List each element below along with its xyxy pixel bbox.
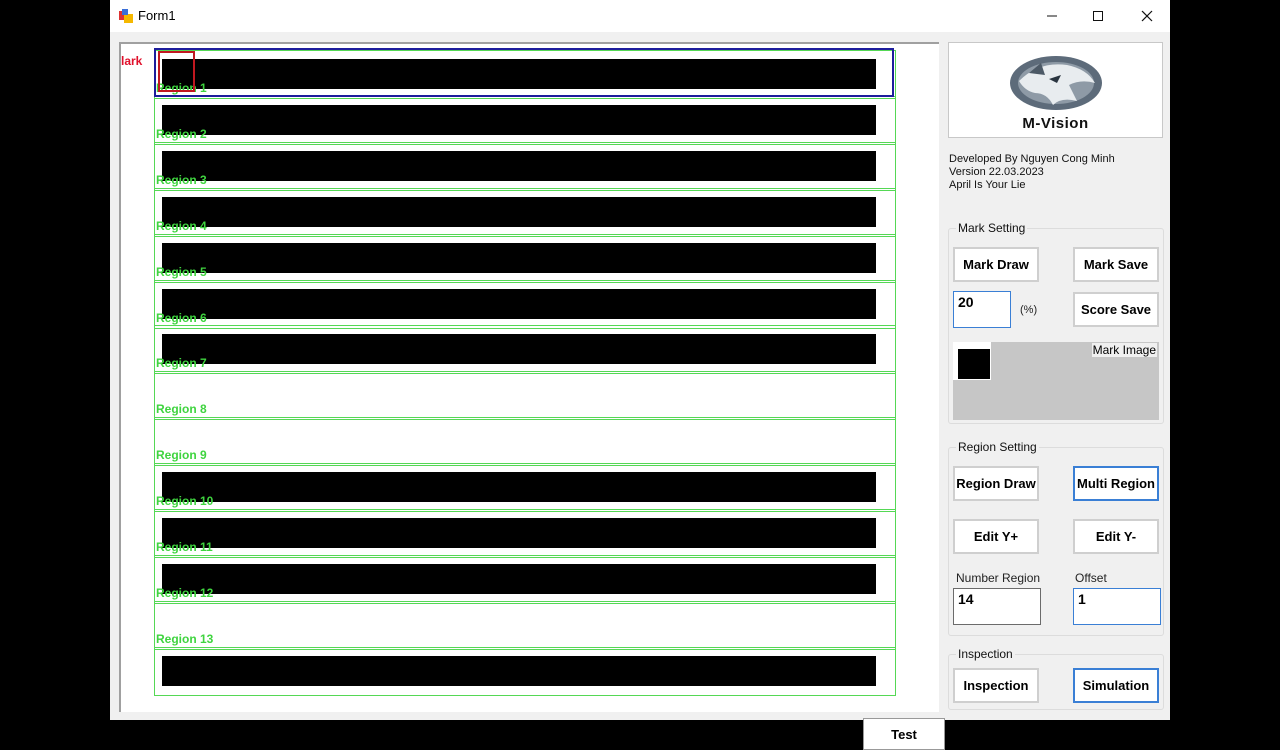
answer-bar — [162, 151, 876, 181]
answer-bar — [162, 518, 876, 548]
region-label: Region 13 — [156, 632, 214, 646]
inspection-title: Inspection — [956, 647, 1015, 661]
minimize-button[interactable] — [1029, 0, 1075, 32]
logo-panel: M-Vision — [948, 42, 1163, 138]
answer-bar — [162, 289, 876, 319]
maximize-button[interactable] — [1075, 0, 1121, 32]
region-label: Region 5 — [156, 265, 207, 279]
edit-y-minus-button[interactable]: Edit Y- — [1073, 519, 1159, 554]
region-label: Region 7 — [156, 356, 207, 370]
selected-region-frame — [154, 48, 894, 97]
mark-image-label: Mark Image — [1091, 343, 1157, 357]
simulation-button[interactable]: Simulation — [1073, 668, 1159, 703]
offset-label: Offset — [1075, 571, 1107, 585]
region-overlay[interactable] — [154, 371, 896, 420]
region-label: Region 12 — [156, 586, 214, 600]
percent-input[interactable]: 20 — [953, 291, 1011, 328]
answer-bar — [162, 197, 876, 227]
test-button[interactable]: Test — [863, 718, 945, 750]
answer-bar — [162, 472, 876, 502]
window-title: Form1 — [138, 8, 176, 23]
logo-text: M-Vision — [1022, 115, 1089, 132]
mark-image-preview: Mark Image — [953, 342, 1159, 420]
edit-y-plus-button[interactable]: Edit Y+ — [953, 519, 1039, 554]
number-region-input[interactable]: 14 — [953, 588, 1041, 625]
offset-input[interactable]: 1 — [1073, 588, 1161, 625]
inspection-button[interactable]: Inspection — [953, 668, 1039, 703]
answer-bar — [162, 105, 876, 135]
answer-bar — [162, 564, 876, 594]
region-label: Region 10 — [156, 494, 214, 508]
region-label: Region 9 — [156, 448, 207, 462]
app-icon — [119, 9, 133, 23]
answer-bar — [162, 334, 876, 364]
region-label: Region 4 — [156, 219, 207, 233]
version-text: Version 22.03.2023 — [949, 166, 1044, 178]
answer-bar — [162, 243, 876, 273]
region-label: Region 11 — [156, 540, 213, 554]
region-label: Region 3 — [156, 173, 207, 187]
answer-bar — [162, 656, 876, 686]
mark-overlay-label: lark — [121, 54, 143, 68]
close-button[interactable] — [1124, 0, 1170, 32]
maximize-icon — [1093, 11, 1103, 21]
mark-save-button[interactable]: Mark Save — [1073, 247, 1159, 282]
multi-region-button[interactable]: Multi Region — [1073, 466, 1159, 501]
percent-unit-label: (%) — [1020, 304, 1038, 316]
region-label: Region 6 — [156, 311, 207, 325]
tagline-text: April Is Your Lie — [949, 179, 1026, 191]
region-label: Region 2 — [156, 127, 207, 141]
mark-setting-title: Mark Setting — [956, 221, 1028, 235]
title-bar: Form1 — [110, 0, 1170, 32]
close-icon — [1141, 10, 1153, 22]
minimize-icon — [1047, 15, 1057, 17]
image-canvas[interactable]: lark Region 1 Region 2 Region 3 Region 4 Reg… — [119, 42, 945, 750]
main-window: Form1 lark Region 1 Region 2 Region 3 Regio… — [110, 0, 1170, 750]
region-label: Region 8 — [156, 402, 207, 416]
region-setting-title: Region Setting — [956, 440, 1039, 454]
developer-text: Developed By Nguyen Cong Minh — [949, 153, 1115, 165]
region-overlay[interactable] — [154, 601, 896, 650]
mark-draw-button[interactable]: Mark Draw — [953, 247, 1039, 282]
region-draw-button[interactable]: Region Draw — [953, 466, 1039, 501]
number-region-label: Number Region — [956, 571, 1041, 585]
mark-rectangle — [158, 51, 195, 92]
score-save-button[interactable]: Score Save — [1073, 292, 1159, 327]
mark-thumbnail — [953, 342, 991, 380]
region-overlay[interactable] — [154, 417, 896, 466]
